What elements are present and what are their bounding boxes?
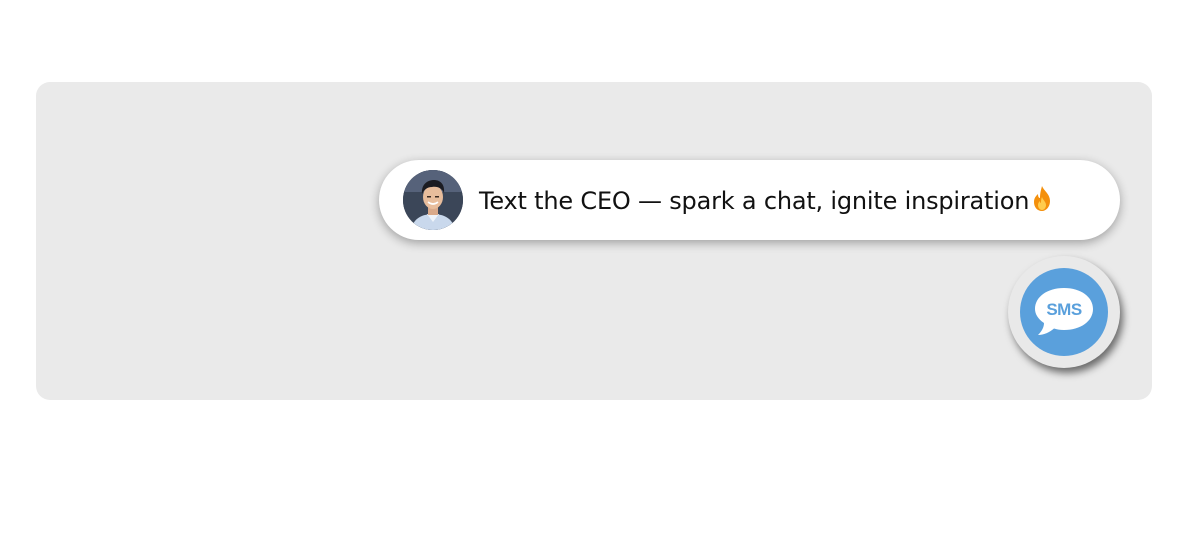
widget-preview-panel	[36, 82, 1152, 400]
chat-prompt-text: Text the CEO — spark a chat, ignite insp…	[479, 185, 1054, 215]
ceo-portrait	[403, 170, 463, 230]
ceo-avatar	[403, 170, 463, 230]
fire-icon	[1034, 186, 1051, 211]
chat-prompt-label: Text the CEO — spark a chat, ignite insp…	[479, 187, 1030, 215]
text-the-ceo-button[interactable]: Text the CEO — spark a chat, ignite insp…	[379, 160, 1120, 240]
sms-chat-button[interactable]: SMS	[1008, 256, 1120, 368]
sms-label: SMS	[1046, 300, 1082, 319]
sms-button-face: SMS	[1020, 268, 1108, 356]
